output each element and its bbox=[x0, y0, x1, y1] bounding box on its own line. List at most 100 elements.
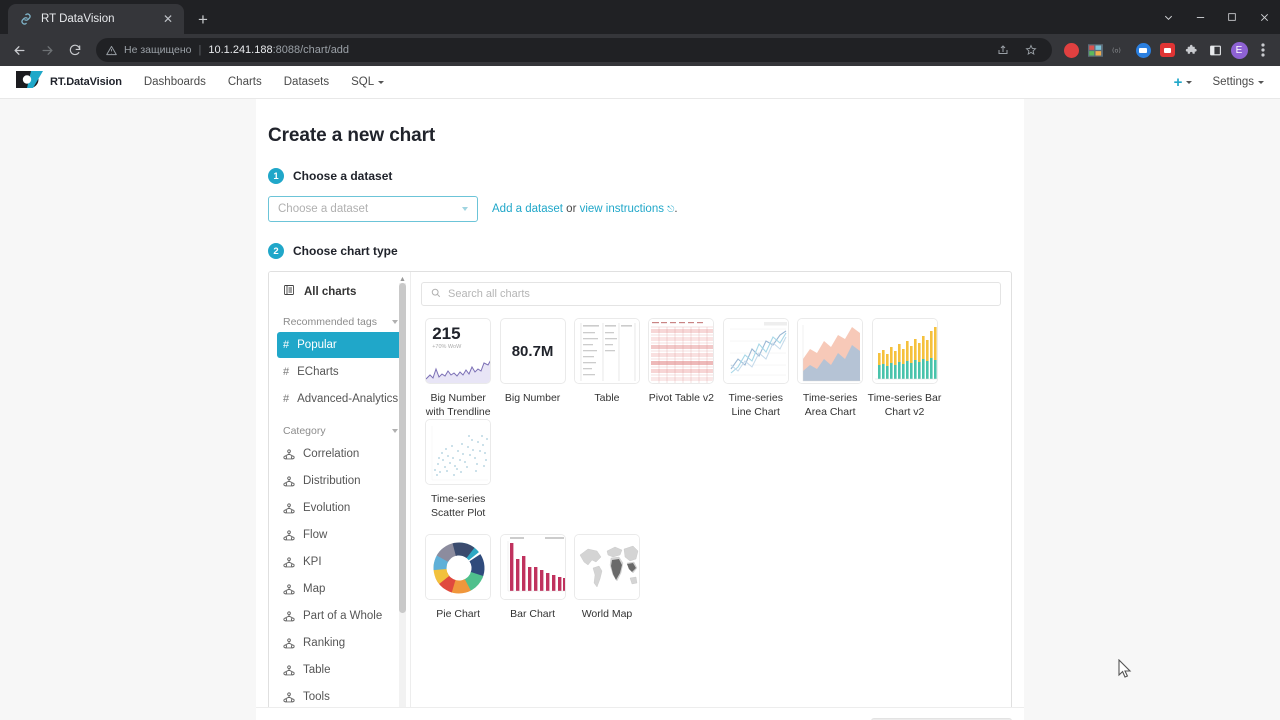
video-recorder-extension-icon[interactable] bbox=[1156, 39, 1178, 61]
sidebar-item-popular[interactable]: # Popular bbox=[277, 332, 404, 358]
page-title: Create a new chart bbox=[268, 125, 436, 146]
chart-thumbnail[interactable] bbox=[573, 534, 640, 600]
chart-type-label: Time-series Bar Chart v2 bbox=[867, 392, 942, 418]
address-bar[interactable]: Не защищено | 10.1.241.188:8088/chart/ad… bbox=[96, 38, 1052, 62]
chart-thumbnail[interactable] bbox=[425, 419, 492, 485]
sidebar-scrollbar[interactable]: ▲ ▼ bbox=[398, 276, 407, 714]
sidebar-item-advanced-analytics[interactable]: # Advanced-Analytics bbox=[277, 386, 404, 412]
search-charts-input[interactable]: Search all charts bbox=[421, 282, 1001, 306]
chart-thumbnail[interactable] bbox=[648, 318, 715, 384]
sidebar-item-evolution[interactable]: Evolution bbox=[277, 495, 404, 521]
back-arrow-icon[interactable] bbox=[6, 37, 32, 63]
chart-type-bar-chart[interactable]: Bar Chart bbox=[495, 534, 569, 621]
minimize-button[interactable] bbox=[1184, 0, 1216, 34]
browser-chrome: RT DataVision ✕ + Не защищено | 10.1.241… bbox=[0, 0, 1280, 66]
scroll-up-icon[interactable]: ▲ bbox=[399, 276, 406, 283]
brand-logo[interactable]: RT.DataVision bbox=[16, 71, 122, 93]
add-dataset-link[interactable]: Add a dataset bbox=[492, 203, 563, 215]
colorpicker-extension-icon[interactable] bbox=[1084, 39, 1106, 61]
chart-type-pie-chart[interactable]: Pie Chart bbox=[421, 534, 495, 621]
chevron-down-icon bbox=[462, 207, 468, 211]
sidebar-group-category[interactable]: Category bbox=[269, 425, 410, 437]
chart-type-world-map[interactable]: World Map bbox=[570, 534, 644, 621]
browser-tab[interactable]: RT DataVision ✕ bbox=[8, 4, 184, 34]
sidebar-item-flow[interactable]: Flow bbox=[277, 522, 404, 548]
star-icon[interactable] bbox=[1020, 39, 1042, 61]
chart-thumbnail[interactable] bbox=[722, 318, 789, 384]
link-favicon-icon bbox=[19, 12, 33, 26]
chart-type-big-number[interactable]: 80.7M Big Number bbox=[495, 318, 569, 419]
nav-settings-label: Settings bbox=[1212, 76, 1254, 88]
chart-type-time-series-bar-chart-v2[interactable]: Time-series Bar Chart v2 bbox=[867, 318, 941, 419]
scrollbar-thumb[interactable] bbox=[399, 283, 406, 613]
scrollbar-track[interactable] bbox=[399, 283, 406, 707]
close-window-button[interactable] bbox=[1248, 0, 1280, 34]
chart-type-label: Time-series Scatter Plot bbox=[430, 493, 486, 519]
reading-list-icon[interactable] bbox=[1204, 39, 1226, 61]
nav-datasets[interactable]: Datasets bbox=[284, 76, 329, 88]
browser-toolbar: Не защищено | 10.1.241.188:8088/chart/ad… bbox=[0, 34, 1280, 66]
chart-type-big-number-with-trendline[interactable]: 215 +70% WoW Big Number with Trendline bbox=[421, 318, 495, 419]
category-icon bbox=[283, 637, 295, 649]
sidebar-item-map[interactable]: Map bbox=[277, 576, 404, 602]
chart-type-label: Time-series Area Chart bbox=[802, 392, 858, 418]
category-icon bbox=[283, 556, 295, 568]
nav-settings[interactable]: Settings bbox=[1212, 76, 1264, 88]
reload-icon[interactable] bbox=[62, 37, 88, 63]
hash-icon: # bbox=[283, 366, 290, 378]
chart-type-table[interactable]: Table bbox=[570, 318, 644, 419]
profile-avatar[interactable]: E bbox=[1228, 39, 1250, 61]
sidebar-item-kpi[interactable]: KPI bbox=[277, 549, 404, 575]
sidebar-item-ranking[interactable]: Ranking bbox=[277, 630, 404, 656]
sidebar-item-label: Part of a Whole bbox=[303, 610, 383, 622]
chart-thumbnail[interactable]: 215 +70% WoW bbox=[425, 318, 492, 384]
forward-arrow-icon[interactable] bbox=[34, 37, 60, 63]
create-chart-card: Create a new chart 1 Choose a dataset Ch… bbox=[256, 99, 1024, 720]
view-instructions-link[interactable]: view instructions bbox=[580, 203, 664, 215]
search-icon bbox=[431, 285, 441, 303]
chart-thumbnail[interactable] bbox=[797, 318, 864, 384]
nav-dashboards[interactable]: Dashboards bbox=[144, 76, 206, 88]
maximize-button[interactable] bbox=[1216, 0, 1248, 34]
nav-sql-label: SQL bbox=[351, 76, 375, 88]
sidebar-group-recommended-tags[interactable]: Recommended tags bbox=[269, 316, 410, 328]
chart-type-time-series-line-chart[interactable]: Time-series Line Chart bbox=[719, 318, 793, 419]
minimize-to-tray-button[interactable] bbox=[1152, 0, 1184, 34]
sidebar-item-label: Flow bbox=[303, 529, 328, 541]
chevron-down-icon bbox=[1258, 80, 1264, 84]
chart-thumbnail[interactable] bbox=[871, 318, 938, 384]
sidebar-item-echarts[interactable]: # ECharts bbox=[277, 359, 404, 385]
adblock-extension-icon[interactable] bbox=[1060, 39, 1082, 61]
nav-dashboards-label: Dashboards bbox=[143, 76, 206, 88]
nav-charts[interactable]: Charts bbox=[228, 76, 262, 88]
dataset-select[interactable]: Choose a dataset bbox=[268, 196, 478, 222]
chart-type-time-series-area-chart[interactable]: Time-series Area Chart bbox=[793, 318, 867, 419]
chart-thumbnail[interactable] bbox=[499, 534, 566, 600]
share-icon[interactable] bbox=[992, 39, 1014, 61]
chart-thumbnail[interactable] bbox=[425, 534, 492, 600]
sidebar-item-correlation[interactable]: Correlation bbox=[277, 441, 404, 467]
puzzle-extensions-icon[interactable] bbox=[1180, 39, 1202, 61]
close-icon[interactable]: ✕ bbox=[160, 11, 176, 27]
tab-title: RT DataVision bbox=[41, 13, 115, 25]
chart-thumbnail[interactable] bbox=[573, 318, 640, 384]
chart-type-label: Time-series Line Chart bbox=[728, 392, 783, 418]
chart-type-pane: Search all charts 215 +70% WoW Big Numbe… bbox=[411, 272, 1011, 716]
chart-type-label: World Map bbox=[581, 608, 633, 620]
sidebar-item-part-of-a-whole[interactable]: Part of a Whole bbox=[277, 603, 404, 629]
nav-new-button[interactable]: + bbox=[1174, 75, 1193, 90]
new-tab-button[interactable]: + bbox=[190, 6, 216, 32]
chart-type-pivot-table-v2[interactable]: Pivot Table v2 bbox=[644, 318, 718, 419]
sidebar-item-label: Popular bbox=[297, 339, 337, 351]
nav-sql[interactable]: SQL bbox=[351, 76, 385, 88]
svg-text:(o): (o) bbox=[1112, 46, 1121, 54]
sidebar-item-label: Advanced-Analytics bbox=[297, 393, 399, 405]
chart-thumbnail[interactable]: 80.7M bbox=[499, 318, 566, 384]
sidebar-item-all-charts[interactable]: All charts bbox=[269, 280, 410, 303]
messenger-extension-icon[interactable] bbox=[1132, 39, 1154, 61]
chart-type-time-series-scatter-plot[interactable]: Time-series Scatter Plot bbox=[421, 419, 495, 520]
vpn-extension-icon[interactable]: (o) bbox=[1108, 39, 1130, 61]
sidebar-item-table[interactable]: Table bbox=[277, 657, 404, 683]
sidebar-item-distribution[interactable]: Distribution bbox=[277, 468, 404, 494]
three-dots-menu-icon[interactable] bbox=[1252, 39, 1274, 61]
